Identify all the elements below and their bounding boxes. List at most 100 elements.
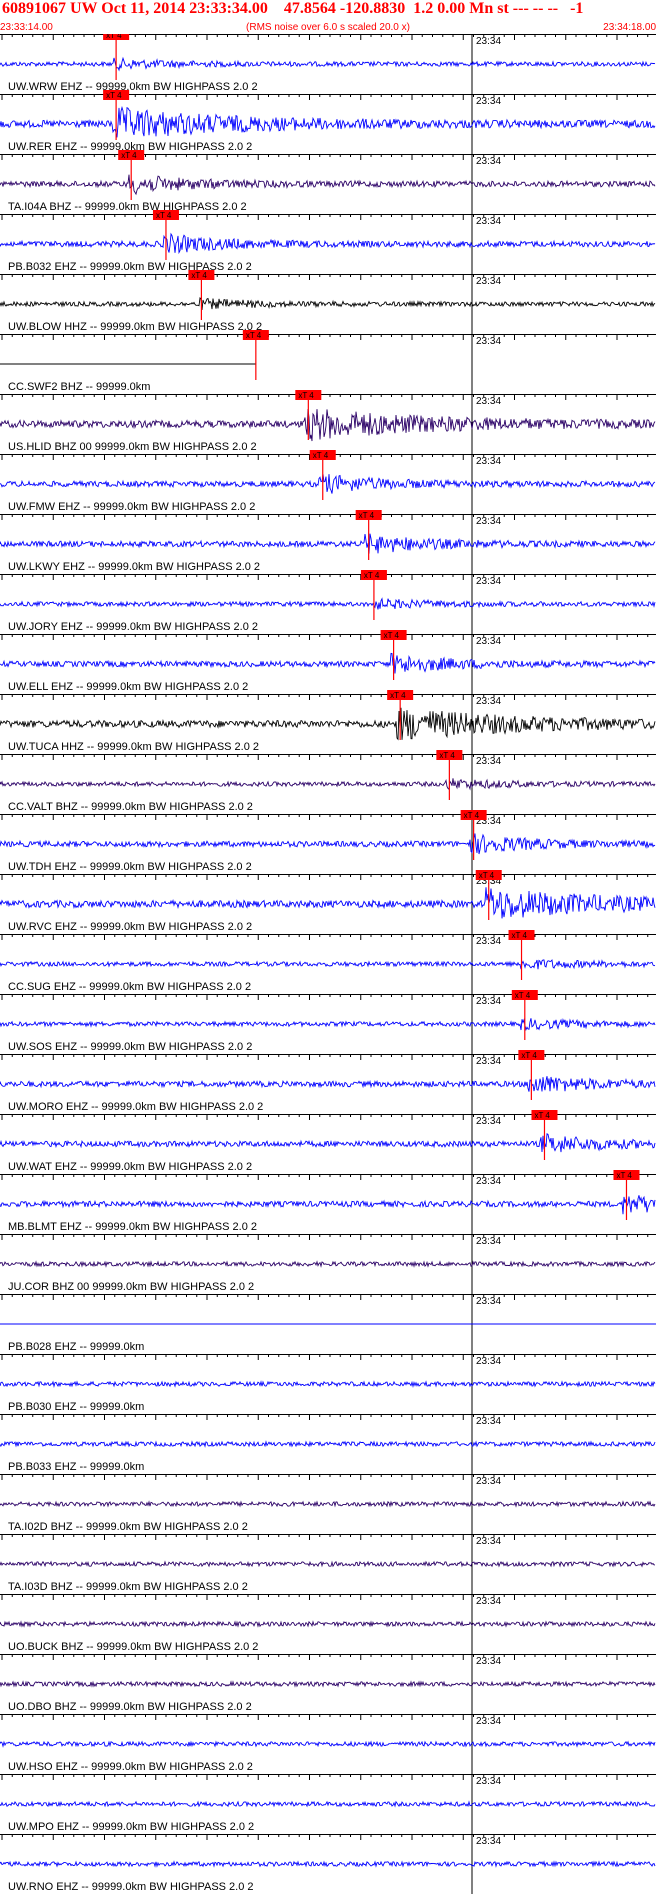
minute-mark-label: 23:34 <box>476 1356 501 1367</box>
waveform <box>0 1860 656 1868</box>
minute-mark-label: 23:34 <box>476 1716 501 1727</box>
trace-panel: 23:34 xT 4 US.HLID BHZ 00 99999.0km BW HIG… <box>0 390 656 454</box>
waveform <box>0 232 656 255</box>
pick-label: xT 4 <box>515 991 531 1000</box>
station-label: TA.I02D BHZ -- 99999.0km BW HIGHPASS 2.0… <box>8 1521 248 1533</box>
waveform <box>0 833 656 855</box>
minute-mark-label: 23:34 <box>476 756 501 767</box>
header: 60891067 UW Oct 11, 2014 23:33:34.00 47.… <box>0 0 656 34</box>
minute-mark-label: 23:34 <box>476 96 501 107</box>
station-label: US.HLID BHZ 00 99999.0km BW HIGHPASS 2.0… <box>8 441 257 453</box>
waveform <box>0 1620 656 1628</box>
pick-label: xT 4 <box>512 931 528 940</box>
pick-label: xT 4 <box>359 511 375 520</box>
waveform <box>0 533 656 554</box>
waveform <box>0 106 656 138</box>
waveform <box>0 1440 656 1448</box>
station-label: UW.TUCA HHZ -- 99999.0km BW HIGHPASS 2.0… <box>8 741 259 753</box>
trace-panel: 23:34 UW.HSO EHZ -- 99999.0km BW HIGHPASS… <box>0 1714 656 1774</box>
minute-mark-label: 23:34 <box>476 1056 501 1067</box>
waveform <box>0 1680 656 1688</box>
station-label: CC.VALT BHZ -- 99999.0km BW HIGHPASS 2.0… <box>8 801 253 813</box>
station-label: PB.B032 EHZ -- 99999.0km BW HIGHPASS 2.0… <box>8 261 252 273</box>
waveform <box>0 1076 656 1092</box>
pick-label: xT 4 <box>156 211 172 220</box>
minute-mark-label: 23:34 <box>476 516 501 527</box>
station-label: MB.BLMT EHZ -- 99999.0km BW HIGHPASS 2.0… <box>8 1221 257 1233</box>
waveform <box>0 778 656 791</box>
trace-panel: 23:34 JU.COR BHZ 00 99999.0km BW HIGHPASS… <box>0 1234 656 1294</box>
pick-label: xT 4 <box>191 271 207 280</box>
station-label: UW.HSO EHZ -- 99999.0km BW HIGHPASS 2.0 … <box>8 1761 253 1773</box>
minute-mark-label: 23:34 <box>476 1776 501 1787</box>
trace-panel: 23:34 PB.B028 EHZ -- 99999.0km <box>0 1294 656 1354</box>
trace-panel: 23:34 UO.DBO BHZ -- 99999.0km BW HIGHPASS… <box>0 1654 656 1714</box>
station-label: UW.ELL EHZ -- 99999.0km BW HIGHPASS 2.0 … <box>8 681 248 693</box>
minute-mark-label: 23:34 <box>476 696 501 707</box>
station-label: PB.B033 EHZ -- 99999.0km <box>8 1461 144 1473</box>
trace-panel: 23:34xT 4UW.TDH EHZ -- 99999.0km BW HIGH… <box>0 810 656 874</box>
minute-mark-label: 23:34 <box>476 336 501 347</box>
waveform <box>0 1017 656 1031</box>
event-title: 60891067 UW Oct 11, 2014 23:33:34.00 47.… <box>2 0 584 17</box>
station-label: JU.COR BHZ 00 99999.0km BW HIGHPASS 2.0 … <box>8 1281 254 1293</box>
station-label: PB.B030 EHZ -- 99999.0km <box>8 1401 144 1413</box>
station-label: UW.MPO EHZ -- 99999.0km BW HIGHPASS 2.0 … <box>8 1821 254 1833</box>
minute-mark-label: 23:34 <box>476 1416 501 1427</box>
trace-panel: 23:34 xT 4 CC.VALT BHZ -- 99999.0km BW HIG… <box>0 750 656 814</box>
waveform <box>0 1260 656 1268</box>
minute-mark-label: 23:34 <box>476 276 501 287</box>
station-label: UW.LKWY EHZ -- 99999.0km BW HIGHPASS 2.0… <box>8 561 260 573</box>
pick-label: xT 4 <box>439 751 455 760</box>
waveform <box>0 959 656 970</box>
trace-panel: 23:34 xT 4 UW.WRW EHZ -- 99999.0km BW HIGH… <box>0 30 656 94</box>
trace-panel: 23:34 xT 4 UW.LKWY EHZ -- 99999.0km BW HIG… <box>0 510 656 574</box>
waveform <box>0 1195 656 1215</box>
minute-mark-label: 23:34 <box>476 576 501 587</box>
pick-label: xT 4 <box>298 391 314 400</box>
trace-panel: 23:34xT 4UW.RER EHZ -- 99999.0km BW HIGH… <box>0 90 656 154</box>
minute-mark-label: 23:34 <box>476 156 501 167</box>
pick-label: xT 4 <box>106 91 122 100</box>
pick-label: xT 4 <box>616 1171 632 1180</box>
pick-label: xT 4 <box>390 691 406 700</box>
end-time: 23:34:18.00 <box>603 22 656 33</box>
seismogram-plot: 23:34 xT 4 UW.WRW EHZ -- 99999.0km BW HIGH… <box>0 30 656 1898</box>
trace-panel: 23:34 xT 4 UW.TUCA HHZ -- 99999.0km BW HIG… <box>0 690 656 754</box>
minute-mark-label: 23:34 <box>476 1116 501 1127</box>
station-label: UW.RVC EHZ -- 99999.0km BW HIGHPASS 2.0 … <box>8 921 252 933</box>
minute-mark-label: 23:34 <box>476 1596 501 1607</box>
station-label: UW.FMW EHZ -- 99999.0km BW HIGHPASS 2.0 … <box>8 501 255 513</box>
minute-mark-label: 23:34 <box>476 1656 501 1667</box>
station-label: UW.TDH EHZ -- 99999.0km BW HIGHPASS 2.0 … <box>8 861 252 873</box>
trace-panel: 23:34 UW.RNO EHZ -- 99999.0km BW HIGHPASS… <box>0 1834 656 1894</box>
trace-panel: 23:34 xT 4 PB.B032 EHZ -- 99999.0km BW HIG… <box>0 210 656 274</box>
station-label: UW.MORO EHZ -- 99999.0km BW HIGHPASS 2.0… <box>8 1101 263 1113</box>
pick-label: xT 4 <box>464 811 480 820</box>
minute-mark-label: 23:34 <box>476 1296 501 1307</box>
minute-mark-label: 23:34 <box>476 1236 501 1247</box>
minute-mark-label: 23:34 <box>476 936 501 947</box>
waveform <box>0 707 656 741</box>
trace-panel: 23:34 xT 4 CC.SUG EHZ -- 99999.0km BW HIGH… <box>0 930 656 994</box>
pick-label: xT 4 <box>521 1051 537 1060</box>
waveform <box>0 1133 656 1153</box>
trace-panel: 23:34 xT 4 UW.JORY EHZ -- 99999.0km BW HIG… <box>0 570 656 634</box>
pick-label: xT 4 <box>364 571 380 580</box>
minute-mark-label: 23:34 <box>476 1536 501 1547</box>
minute-mark-label: 23:34 <box>476 636 501 647</box>
waveform <box>0 1740 656 1748</box>
station-label: UW.RNO EHZ -- 99999.0km BW HIGHPASS 2.0 … <box>8 1881 254 1893</box>
minute-mark-label: 23:34 <box>476 216 501 227</box>
station-label: UW.WAT EHZ -- 99999.0km BW HIGHPASS 2.0 … <box>8 1161 252 1173</box>
trace-panel: 23:34 xT 4 TA.I04A BHZ -- 99999.0km BW HIG… <box>0 150 656 214</box>
station-label: CC.SUG EHZ -- 99999.0km BW HIGHPASS 2.0 … <box>8 981 251 993</box>
waveform <box>0 1380 656 1388</box>
waveform <box>0 297 656 310</box>
pick-label: xT 4 <box>106 34 122 40</box>
trace-panel: 23:34 xT 4 UW.ELL EHZ -- 99999.0km BW HIGH… <box>0 630 656 694</box>
waveform <box>0 408 656 442</box>
minute-mark-label: 23:34 <box>476 456 501 467</box>
trace-panel: 23:34 UW.MPO EHZ -- 99999.0km BW HIGHPASS… <box>0 1774 656 1834</box>
waveform <box>0 597 656 610</box>
